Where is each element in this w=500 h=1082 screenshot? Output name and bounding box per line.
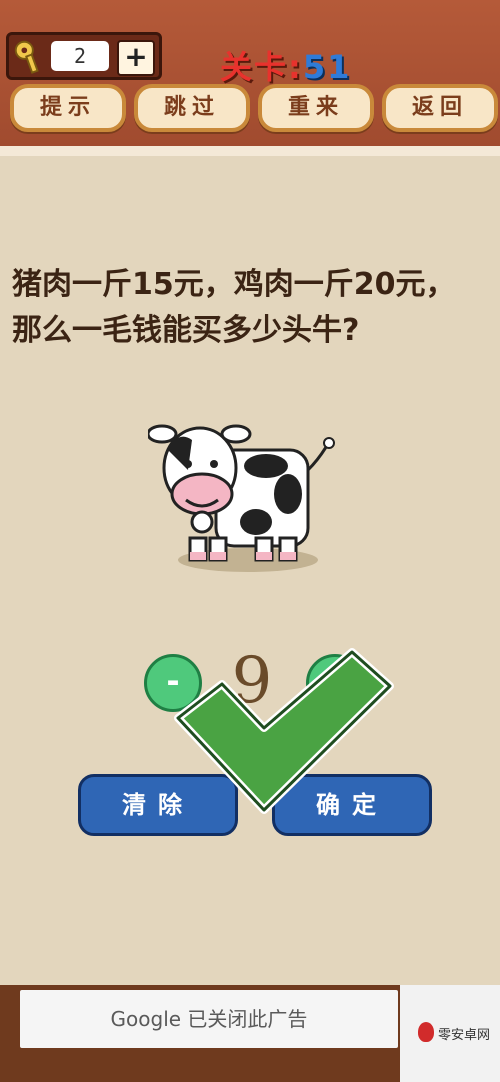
question-line-2: 那么一毛钱能买多少头牛? — [12, 313, 360, 348]
watermark-logo-icon — [418, 1022, 434, 1042]
cow-illustration — [148, 424, 335, 572]
ad-closed-banner: Google 已关闭此广告 — [20, 990, 398, 1048]
hint-button[interactable]: 提示 — [10, 84, 126, 132]
key-count: 2 — [51, 41, 109, 71]
key-counter: 2 + — [6, 32, 162, 80]
question-line-1: 猪肉一斤15元，鸡肉一斤20元， — [12, 267, 456, 302]
top-bar: 2 + 关卡:51 提示 跳过 重来 返回 — [0, 0, 500, 156]
add-keys-button[interactable]: + — [117, 40, 155, 76]
key-icon — [14, 40, 39, 74]
restart-button[interactable]: 重来 — [258, 84, 374, 132]
skip-button[interactable]: 跳过 — [134, 84, 250, 132]
level-number: 51 — [302, 48, 352, 86]
correct-check-icon — [174, 648, 394, 814]
back-button[interactable]: 返回 — [382, 84, 498, 132]
level-label: 关卡: — [220, 48, 303, 86]
question-text: 猪肉一斤15元，鸡肉一斤20元， 那么一毛钱能买多少头牛? — [12, 262, 492, 354]
level-indicator: 关卡:51 — [220, 42, 351, 86]
watermark-text: 零安卓网 — [438, 1028, 491, 1043]
